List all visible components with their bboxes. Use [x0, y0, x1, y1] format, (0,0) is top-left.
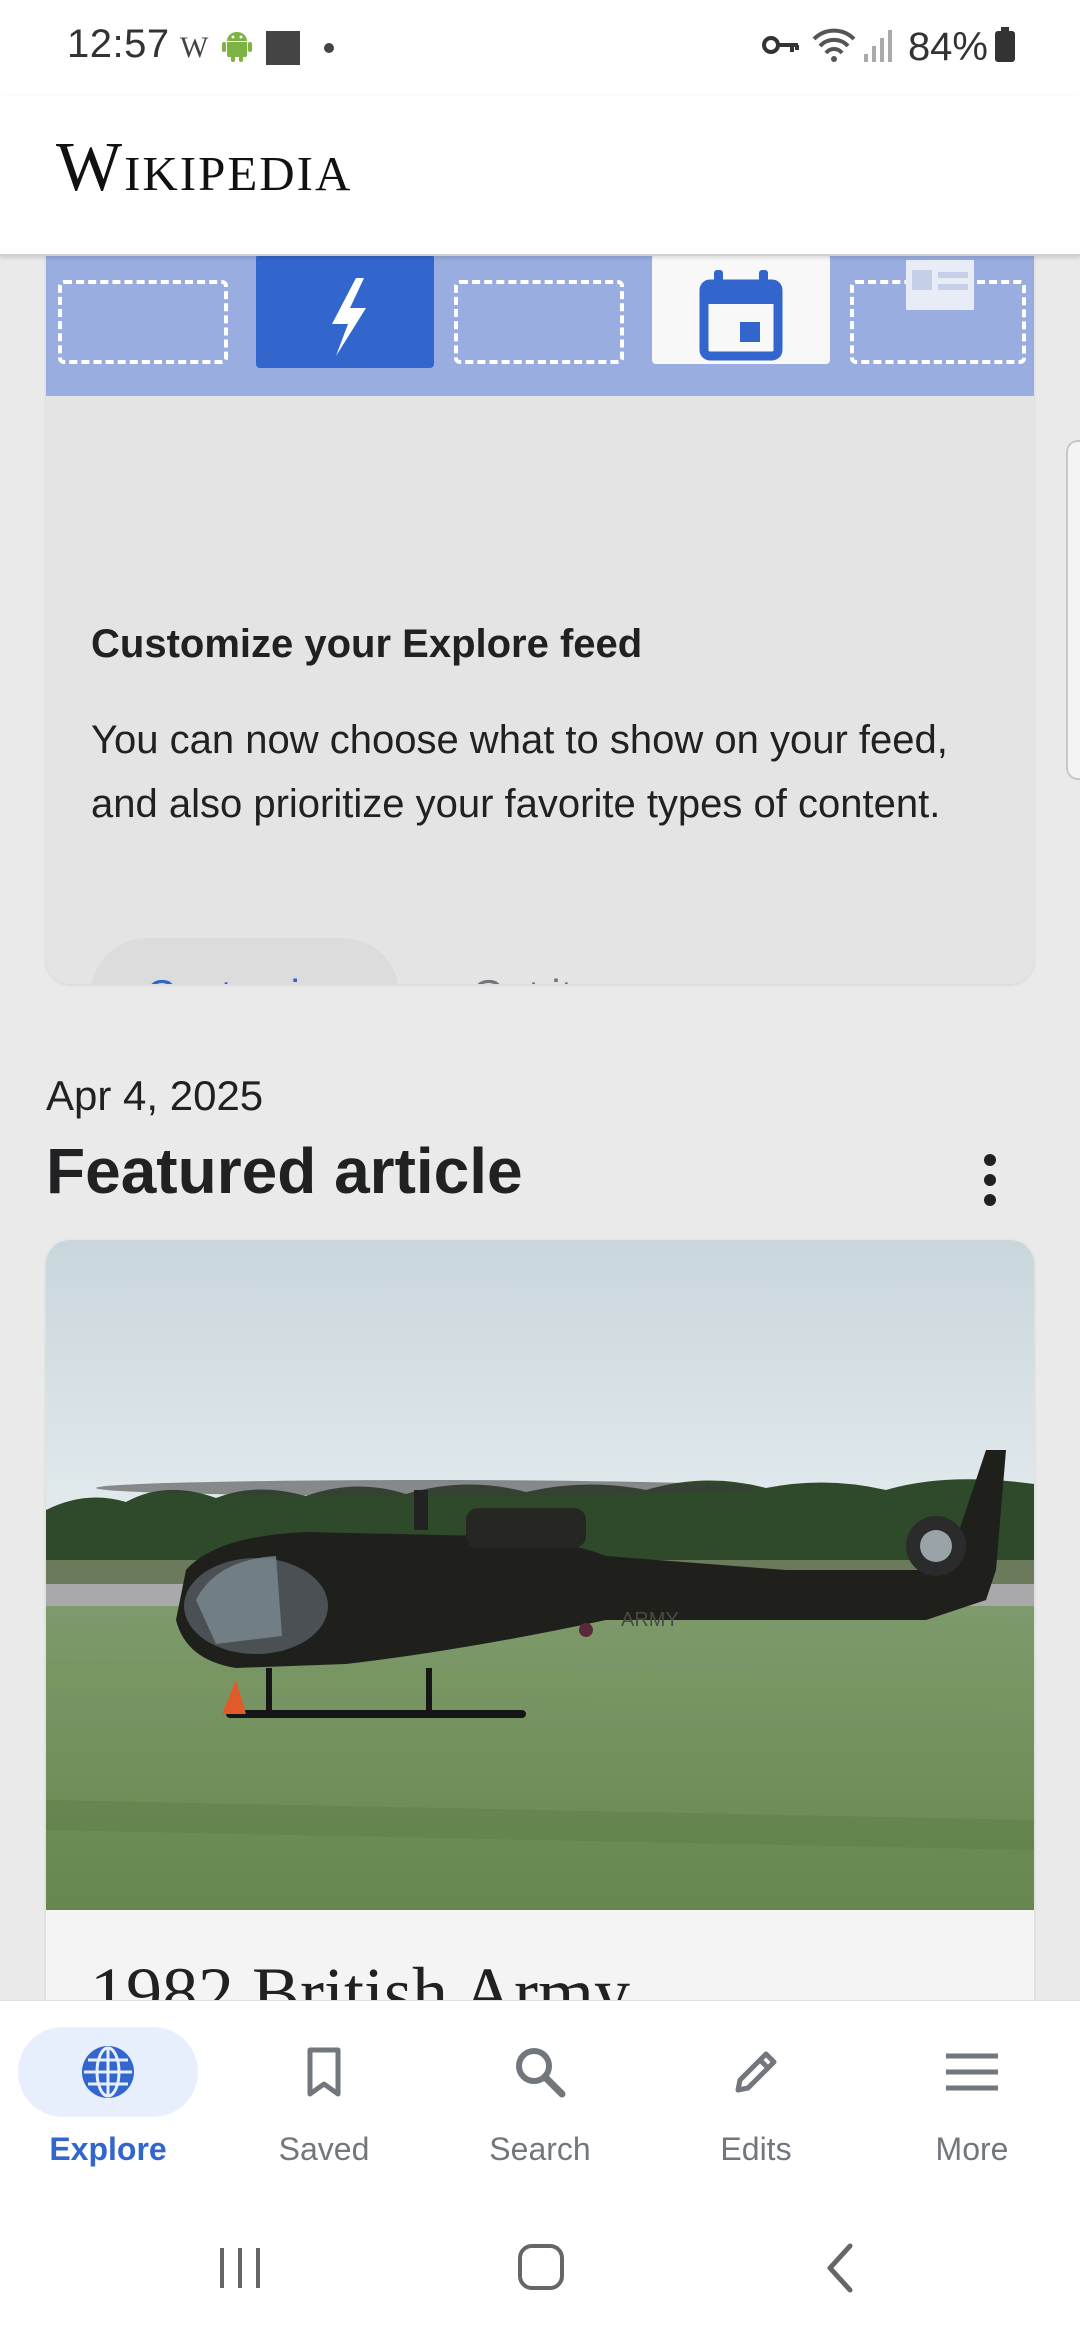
featured-article-card[interactable]: ARMY 1982 British Army: [46, 1240, 1034, 2000]
recents-icon[interactable]: [200, 2236, 280, 2300]
customize-feed-card: Customize your Explore feed You can now …: [46, 254, 1034, 984]
nav-more[interactable]: More: [864, 2001, 1080, 2197]
nav-edits-pill: [666, 2027, 846, 2117]
feed-date: Apr 4, 2025: [46, 1072, 264, 1119]
status-bar: 12:57 W 84%: [0, 0, 1080, 96]
featured-heading: Featured article: [46, 1135, 523, 1207]
illustration-placeholder-tile: [454, 280, 624, 364]
vpn-key-icon: [761, 34, 800, 61]
home-icon[interactable]: [500, 2236, 580, 2300]
lightning-icon: [332, 278, 366, 356]
menu-icon: [946, 2053, 998, 2091]
app-header: Wikipedia: [0, 96, 1080, 256]
nav-saved-pill: [234, 2027, 414, 2117]
overflow-menu-icon[interactable]: [970, 1148, 1010, 1212]
square-icon: [266, 31, 301, 65]
illustration-placeholder-tile: [58, 280, 228, 364]
search-icon: [516, 2048, 566, 2098]
wikipedia-wordmark: Wikipedia: [56, 129, 353, 206]
bottom-navigation: Explore Saved Search Edits More: [0, 2000, 1080, 2197]
bookmark-icon: [307, 2047, 341, 2097]
calendar-icon: [699, 270, 783, 361]
dot-icon: [324, 43, 335, 53]
featured-article-title[interactable]: 1982 British Army: [90, 1952, 630, 2000]
calendar-tile: [652, 254, 830, 364]
nav-search-pill: [450, 2027, 630, 2117]
lightning-tile: [256, 254, 434, 368]
globe-icon: [82, 2046, 134, 2098]
status-time: 12:57: [67, 22, 170, 66]
featured-image-helicopter[interactable]: ARMY: [46, 1240, 1034, 1910]
android-icon: [222, 30, 253, 67]
wikipedia-w-icon: W: [180, 31, 209, 64]
nav-explore-pill: [18, 2027, 198, 2117]
nav-saved-label: Saved: [278, 2131, 370, 2167]
nav-search-label: Search: [489, 2131, 591, 2167]
explore-feed[interactable]: Customize your Explore feed You can now …: [0, 254, 1080, 2000]
card-body: You can now choose what to show on your …: [91, 718, 948, 826]
nav-explore[interactable]: Explore: [0, 2001, 216, 2197]
nav-explore-label: Explore: [49, 2131, 167, 2167]
status-right-icons: 84%: [761, 22, 1016, 72]
back-icon[interactable]: [800, 2236, 880, 2300]
status-left-icons: W: [180, 28, 335, 68]
nav-saved[interactable]: Saved: [216, 2001, 432, 2197]
pencil-icon: [735, 2051, 777, 2093]
card-title: Customize your Explore feed: [91, 622, 643, 666]
wifi-icon: [812, 27, 856, 68]
nav-edits[interactable]: Edits: [648, 2001, 864, 2197]
scroll-handle[interactable]: [1066, 440, 1080, 780]
illustration-placeholder-tile: [850, 260, 1026, 364]
feed-illustration: [46, 254, 1034, 396]
news-icon: [906, 260, 974, 310]
customize-button[interactable]: Customize: [91, 938, 399, 984]
nav-edits-label: Edits: [720, 2131, 792, 2167]
battery-percent: 84%: [907, 24, 988, 69]
system-navigation-bar: [0, 2196, 1080, 2340]
signal-icon: [863, 28, 894, 67]
nav-more-label: More: [935, 2131, 1009, 2167]
nav-search[interactable]: Search: [432, 2001, 648, 2197]
svg-text:ARMY: ARMY: [621, 1609, 679, 1631]
battery-icon: [994, 26, 1016, 68]
nav-more-pill: [882, 2027, 1062, 2117]
got-it-button[interactable]: Got it: [466, 938, 578, 984]
